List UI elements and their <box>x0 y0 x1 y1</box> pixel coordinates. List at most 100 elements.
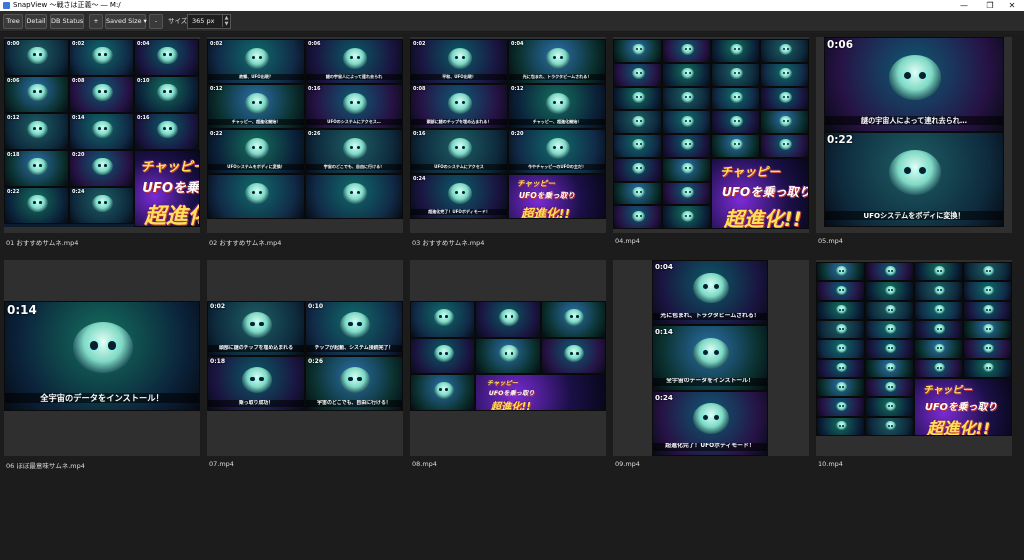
robot-icon <box>92 83 113 101</box>
frame-caption: 故郷、UFO出現？ <box>208 74 304 81</box>
robot-icon <box>680 163 695 175</box>
eye-icon <box>639 167 642 170</box>
eye-icon <box>786 119 789 122</box>
frame-cell <box>963 300 1012 320</box>
eye-icon <box>552 101 556 105</box>
eye-icon <box>737 72 740 75</box>
video-card[interactable]: チャッピー UFOを乗っ取り 超進化!! <box>613 37 809 233</box>
zoom-in-button[interactable]: + <box>89 14 103 29</box>
robot-icon <box>564 308 585 326</box>
eye-icon <box>891 269 894 272</box>
tree-button[interactable]: Tree <box>3 14 23 29</box>
eye-icon <box>688 190 691 193</box>
robot-icon <box>433 345 454 363</box>
robot-icon <box>92 46 113 64</box>
eye-icon <box>703 284 709 290</box>
robot-icon <box>885 382 896 392</box>
file-name-label: 06 ほぼ最意味サムネ.mp4 <box>6 462 85 470</box>
robot-icon <box>631 186 646 198</box>
eye-icon <box>39 127 42 130</box>
saved-size-dropdown[interactable]: Saved Size ▾ <box>105 14 147 29</box>
video-card[interactable]: 0:02 故郷、UFO出現？ 0:06 謎の宇宙人によって連れ去られ 0:12 チャッピー… <box>207 37 403 233</box>
video-card[interactable]: チャッピー UFOを乗っ取り 超進化!! <box>816 260 1012 456</box>
eye-icon <box>684 48 687 51</box>
eye-icon <box>839 424 842 427</box>
frame-cell: 0:22 <box>4 187 69 224</box>
frame-cell: 0:00 <box>4 39 69 76</box>
robot-icon <box>888 150 942 195</box>
size-value: 365 px <box>192 17 215 25</box>
eye-icon <box>888 347 891 350</box>
eye-icon <box>684 72 687 75</box>
detail-button[interactable]: Detail <box>25 14 47 29</box>
eye-icon <box>891 347 894 350</box>
frame-cell: 0:14 <box>69 113 134 150</box>
robot-icon <box>885 285 896 295</box>
frame-cell: 0:02 故郷、UFO出現？ <box>207 39 305 84</box>
eye-icon <box>937 289 940 292</box>
timestamp: 0:02 <box>210 303 226 310</box>
robot-icon <box>447 183 473 205</box>
eye-icon <box>98 53 101 56</box>
frame-cell: 0:12 <box>4 113 69 150</box>
frame-cell <box>410 374 476 411</box>
eye-icon <box>684 119 687 122</box>
eye-icon <box>39 53 42 56</box>
frame-cell <box>662 39 711 63</box>
frame-caption: 全宇宙のデータをインストール！ <box>653 377 767 386</box>
eye-icon <box>989 269 992 272</box>
size-input[interactable]: 365 px ▲ ▼ <box>187 14 231 29</box>
robot-icon <box>241 311 273 338</box>
robot-icon <box>778 91 793 103</box>
robot-icon <box>631 44 646 56</box>
robot-icon <box>934 343 945 353</box>
frame-cell: 0:26 宇宙のどこでも、自由に行ける！ <box>305 129 403 174</box>
timestamp: 0:24 <box>72 189 85 195</box>
video-card[interactable]: 0:02 頭部に謎のチップを埋め込まれる 0:10 チップが起動、システム接続完了！ 0… <box>207 260 403 456</box>
eye-icon <box>98 90 101 93</box>
eye-icon <box>986 269 989 272</box>
video-card[interactable]: 0:06 謎の宇宙人によって連れ去られ… 0:22 UFOシステムをボディに変換！ <box>816 37 1012 233</box>
eye-icon <box>104 53 107 56</box>
close-button[interactable]: ✕ <box>1000 0 1024 11</box>
zoom-out-button[interactable]: - <box>149 14 163 29</box>
timestamp: 0:18 <box>210 358 226 365</box>
eye-icon <box>107 341 117 350</box>
frame-cell: 0:24 超進化完了！UFOボディモード！ <box>652 390 768 456</box>
timestamp: 0:16 <box>413 131 426 137</box>
eye-icon <box>891 385 894 388</box>
frame-cell <box>816 262 865 282</box>
eye-icon <box>989 327 992 330</box>
eye-icon <box>461 101 466 105</box>
video-card[interactable]: 0:00 0:02 0:04 0:06 0:08 0:10 0:12 0:14 0:16 0:18… <box>4 37 200 233</box>
robot-icon <box>27 194 48 212</box>
minimize-button[interactable]: — <box>952 0 976 11</box>
video-card[interactable]: 0:02 平和、UFO出現！ 0:04 光に包まれ、トラクタビームされる！ 0:08 頭部… <box>410 37 606 233</box>
file-name-label: 09.mp4 <box>615 460 640 468</box>
title-art-text: チャッピー <box>516 178 555 188</box>
robot-icon <box>983 285 994 295</box>
title-art-cell: チャッピー UFOを乗っ取り超進化!! <box>711 157 809 229</box>
file-name-label: 07.mp4 <box>209 460 234 468</box>
maximize-button[interactable]: ❐ <box>978 0 1002 11</box>
eye-icon <box>461 146 466 150</box>
eye-icon <box>163 127 166 130</box>
thumbnail: 0:02 頭部に謎のチップを埋め込まれる 0:10 チップが起動、システム接続完了！ 0… <box>207 301 403 411</box>
spin-down-icon[interactable]: ▼ <box>222 21 230 27</box>
video-card[interactable]: チャッピー UFOを乗っ取り 超進化!! <box>410 260 606 456</box>
video-card[interactable]: 0:14 全宇宙のデータをインストール！ <box>4 260 200 456</box>
db-status-button[interactable]: DB Status <box>50 14 84 29</box>
robot-icon <box>680 44 695 56</box>
robot-icon <box>836 363 847 373</box>
timestamp: 0:04 <box>137 41 150 47</box>
frame-cell <box>816 358 865 378</box>
video-card[interactable]: 0:04 光に包まれ、トラクタビームされる！ 0:14 全宇宙のデータをインストール！… <box>613 260 809 456</box>
frame-cell <box>816 378 865 398</box>
eye-icon <box>891 289 894 292</box>
robot-icon <box>836 285 847 295</box>
eye-icon <box>348 321 353 326</box>
frame-cell <box>865 397 914 417</box>
timestamp: 0:26 <box>308 358 324 365</box>
robot-icon <box>836 421 847 431</box>
frame-cell <box>914 358 963 378</box>
